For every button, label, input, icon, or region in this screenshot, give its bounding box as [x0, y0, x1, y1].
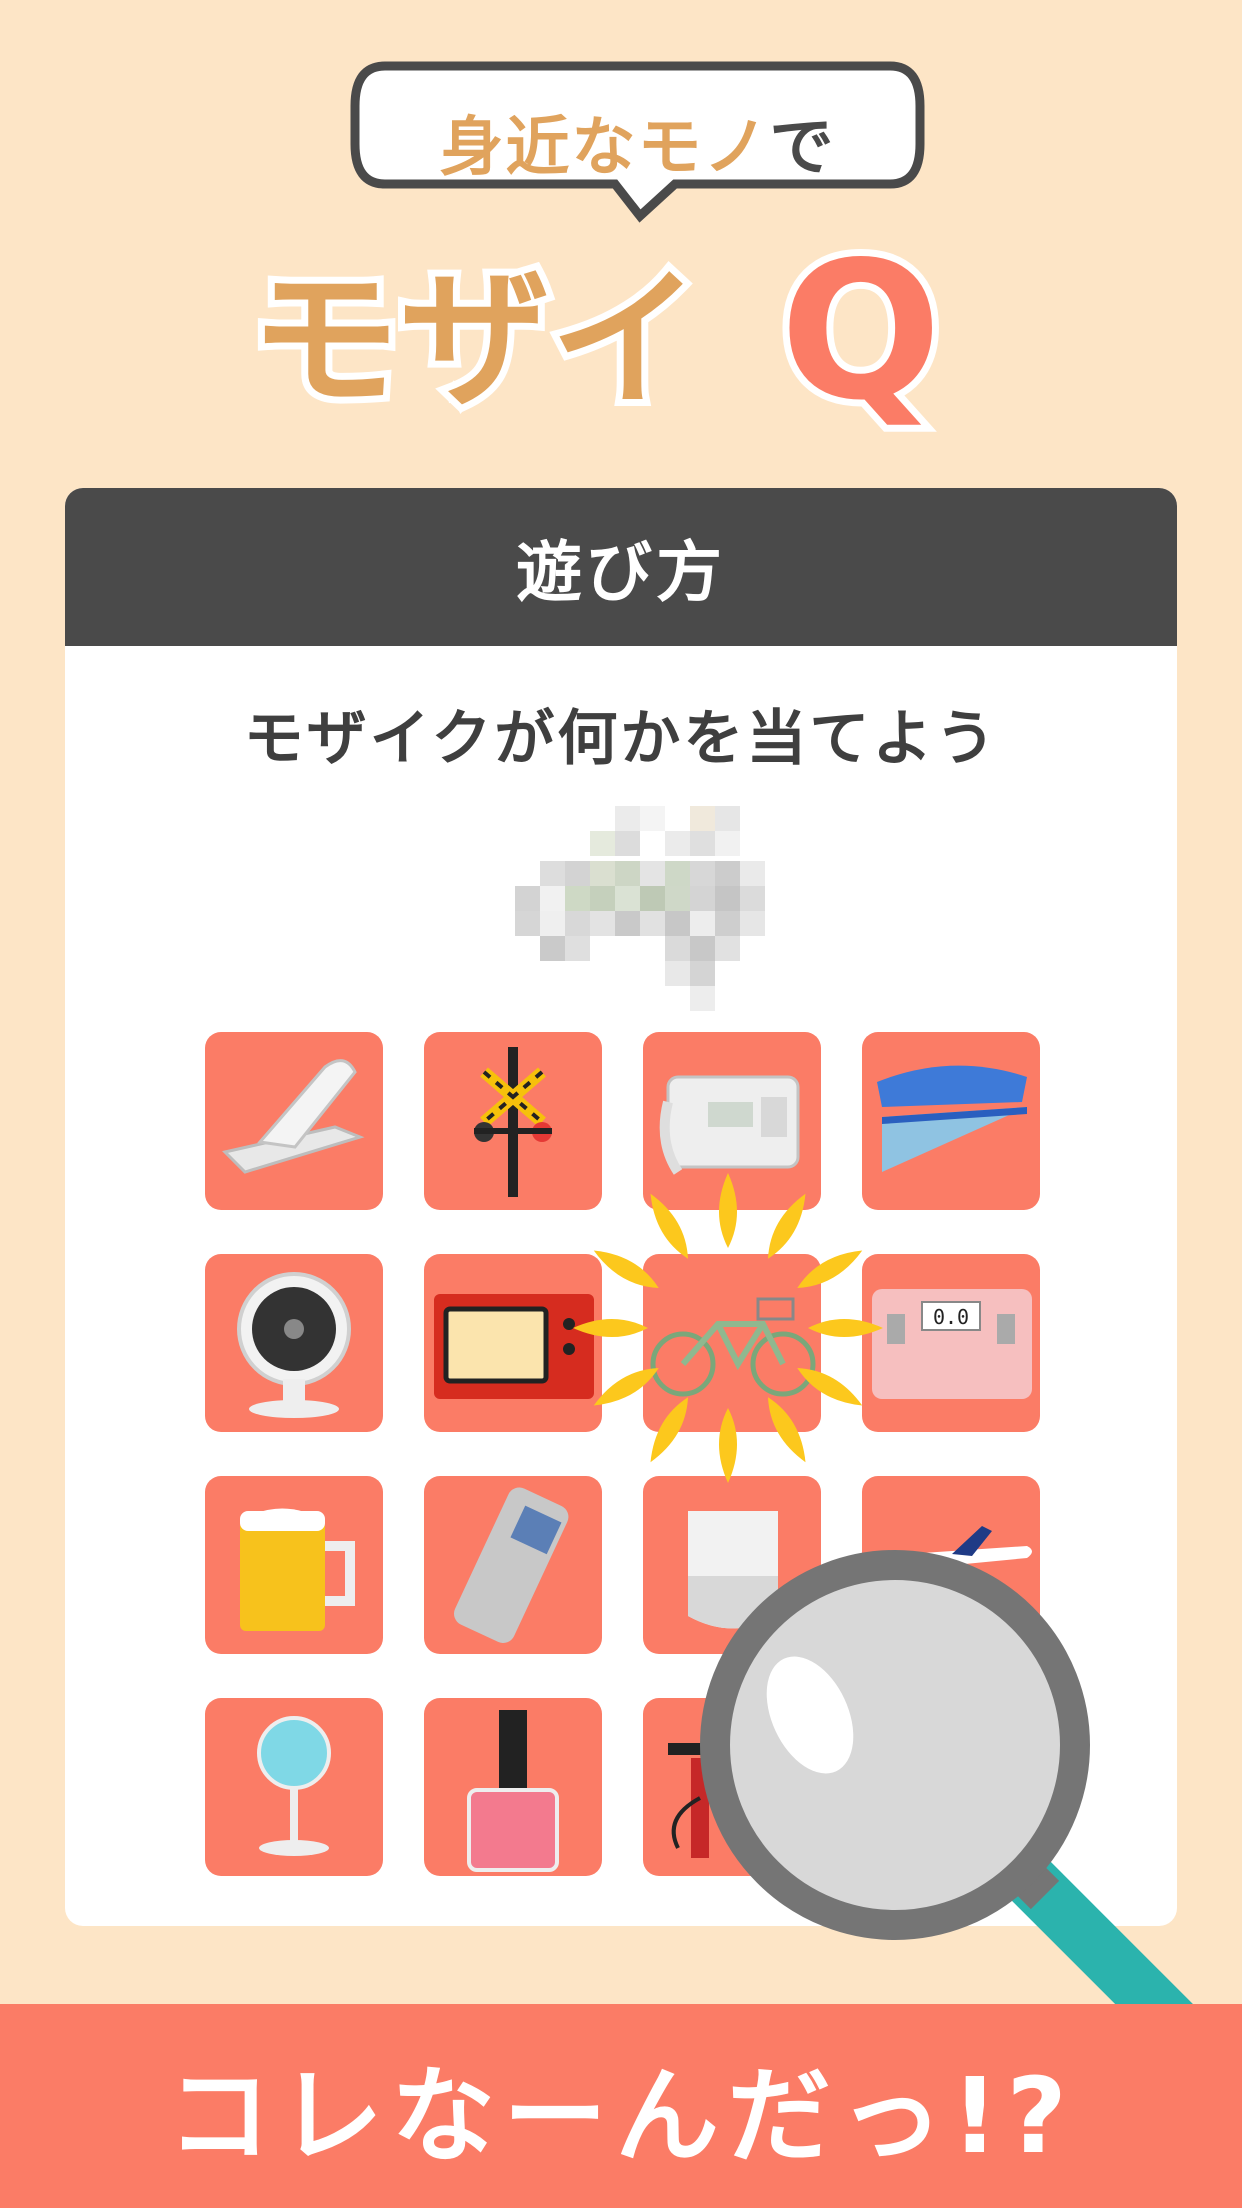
electric-fan-icon [257, 1716, 331, 1856]
logo-mozai: モザイ [250, 254, 700, 428]
footer-text: コレなーんだっ!? [167, 2054, 1075, 2177]
voice-recorder-icon [454, 1487, 569, 1644]
nail-clipper-icon [222, 1059, 365, 1174]
tile-circulator-fan[interactable] [205, 1254, 383, 1432]
tile-voice-recorder[interactable] [424, 1476, 602, 1654]
nail-polish-icon [467, 1710, 559, 1872]
tile-nail-polish[interactable] [424, 1698, 602, 1876]
tile-stapler[interactable] [862, 1032, 1040, 1210]
app-logo: モザイ Q [243, 232, 949, 432]
magnifying-glass-icon [700, 1550, 1228, 2078]
beer-mug-icon [240, 1508, 355, 1631]
tile-scale[interactable]: 0.0 [862, 1254, 1040, 1432]
tile-nail-clipper[interactable] [205, 1032, 383, 1210]
tagline: 身近なモノで [345, 96, 930, 188]
card-subtitle: モザイクが何かを当てよう [243, 704, 999, 774]
mosaic-preview-image [515, 806, 765, 1011]
tile-electric-fan[interactable] [205, 1698, 383, 1876]
scale-readout: 0.0 [933, 1305, 969, 1329]
tagline-part1: 身近な [439, 111, 638, 185]
tile-beer-mug[interactable] [205, 1476, 383, 1654]
scale-icon: 0.0 [872, 1289, 1032, 1399]
circulator-fan-icon [237, 1272, 351, 1418]
tagline-part2: モノ [637, 111, 770, 185]
tagline-part3: で [769, 111, 836, 185]
logo-q: Q [780, 232, 942, 432]
footer-banner: コレなーんだっ!? [0, 2004, 1242, 2208]
correct-burst-effect [573, 1173, 883, 1483]
stapler-icon [877, 1065, 1027, 1172]
card-title: 遊び方 [65, 488, 1177, 646]
